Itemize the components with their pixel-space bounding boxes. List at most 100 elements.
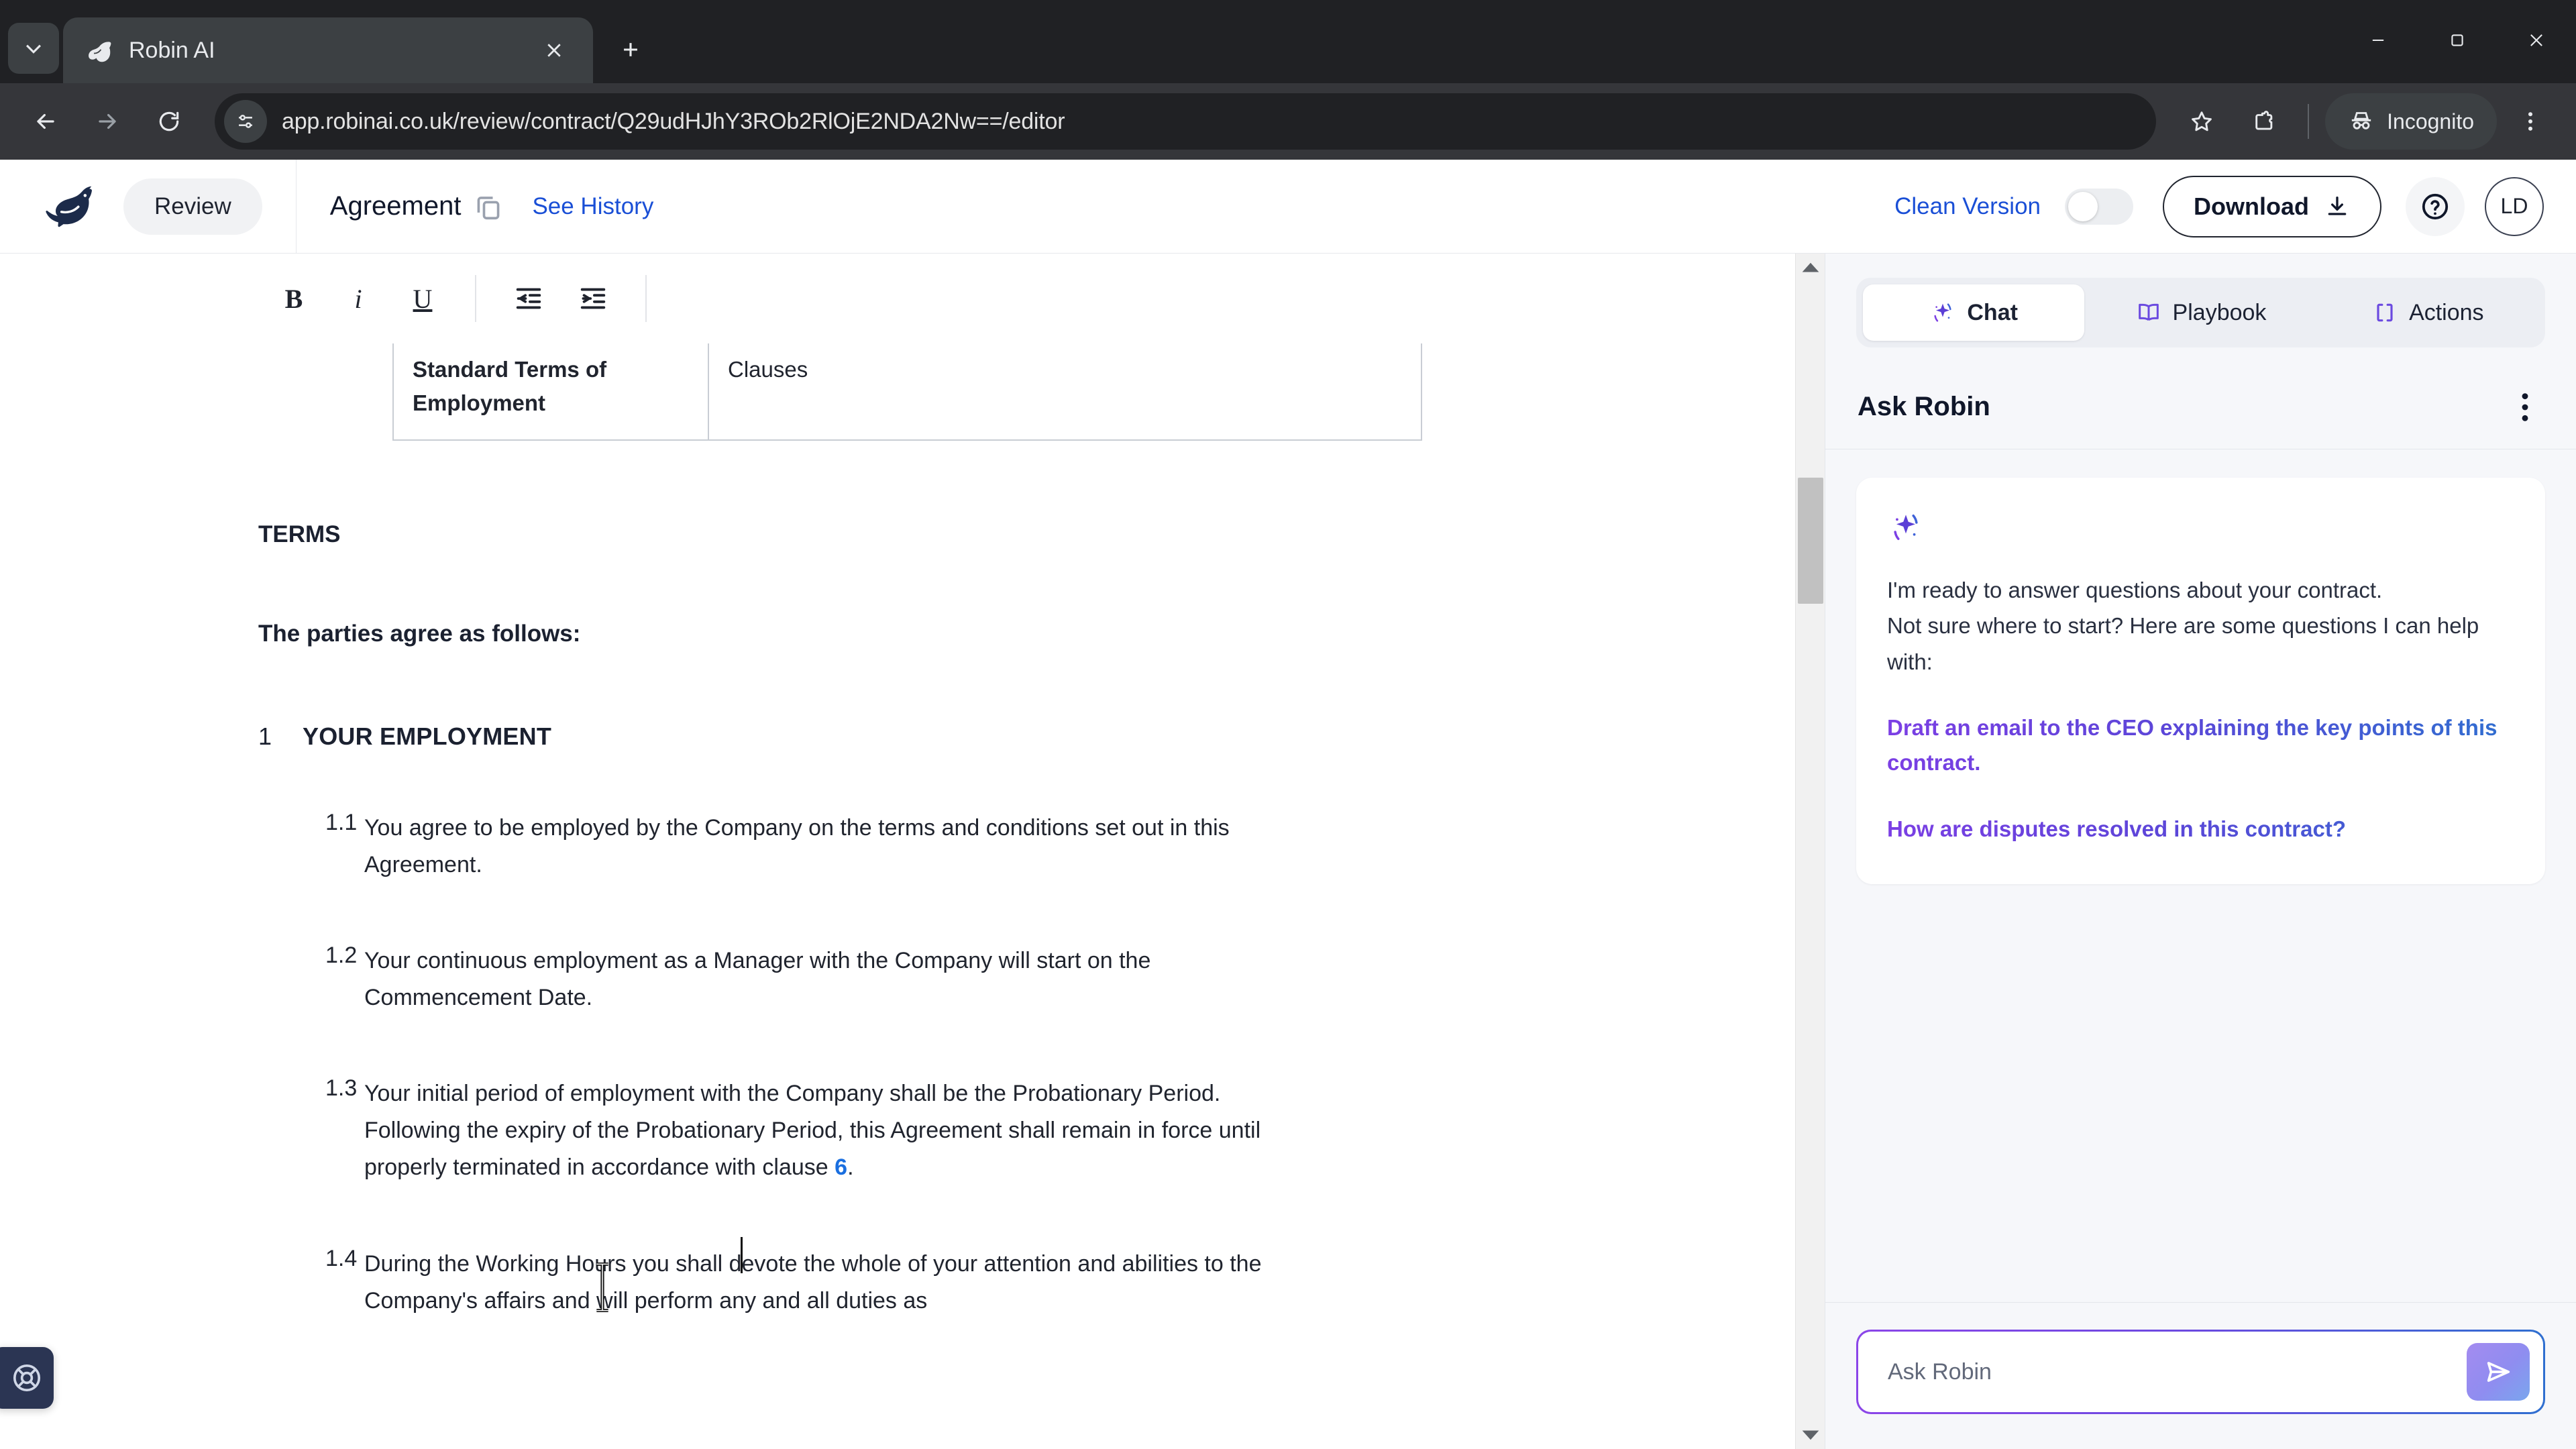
clean-version-label[interactable]: Clean Version (1894, 193, 2041, 220)
caret-up-icon (1802, 262, 1819, 272)
page-settings-icon[interactable] (224, 100, 267, 143)
section-heading[interactable]: 1 YOUR EMPLOYMENT (258, 722, 1419, 751)
terms-heading[interactable]: TERMS (258, 521, 1419, 548)
brackets-icon (2377, 303, 2393, 322)
toolbar-divider (645, 275, 647, 322)
sparkle-icon (1934, 303, 1951, 322)
robin-bird-icon (83, 35, 114, 66)
incognito-hat-icon (2351, 112, 2371, 129)
tab-chat[interactable]: Chat (1863, 284, 2085, 341)
minimize-button[interactable] (2339, 7, 2418, 74)
maximize-button[interactable] (2418, 7, 2497, 74)
puzzle-icon (2255, 111, 2273, 130)
underline-button[interactable]: U (390, 270, 455, 327)
clause-1-1[interactable]: 1.1 You agree to be employed by the Comp… (258, 810, 1419, 883)
table-cell-clauses[interactable]: Clauses (708, 343, 1422, 441)
browser-menu-button[interactable] (2502, 93, 2559, 150)
clause-1-3[interactable]: 1.3 Your initial period of employment wi… (258, 1075, 1419, 1186)
help-button[interactable] (2406, 176, 2465, 236)
download-icon (2328, 196, 2347, 215)
clause-text[interactable]: Your continuous employment as a Manager … (364, 943, 1283, 1016)
lifebuoy-icon (13, 1364, 41, 1392)
reload-icon (159, 111, 179, 131)
clause-text[interactable]: During the Working Hours you shall devot… (364, 1246, 1283, 1320)
forward-button[interactable] (79, 93, 136, 150)
tab-close-button[interactable] (535, 32, 573, 69)
copy-icon[interactable] (473, 191, 504, 222)
clause-text-after: . (847, 1155, 854, 1181)
scroll-down-button[interactable] (1796, 1419, 1825, 1449)
address-bar[interactable]: app.robinai.co.uk/review/contract/Q29udH… (215, 93, 2157, 150)
panel-tabs: Chat Playbook Actions (1856, 278, 2545, 347)
italic-label: i (354, 283, 362, 314)
browser-tab[interactable]: Robin AI (63, 17, 593, 83)
document-scrollbar[interactable] (1795, 254, 1825, 1449)
suggestion-2[interactable]: How are disputes resolved in this contra… (1887, 812, 2514, 847)
text-caret (741, 1237, 743, 1273)
toolbar-divider (475, 275, 476, 322)
tab-actions[interactable]: Actions (2317, 284, 2538, 341)
scroll-up-button[interactable] (1796, 254, 1825, 283)
outdent-button[interactable] (496, 270, 561, 327)
back-button[interactable] (17, 93, 74, 150)
chat-composer: Ask Robin (1856, 1330, 2545, 1414)
suggestion-1[interactable]: Draft an email to the CEO explaining the… (1887, 710, 2514, 780)
bold-button[interactable]: B (262, 270, 326, 327)
new-tab-button[interactable] (605, 24, 656, 75)
panel-title: Ask Robin (1858, 392, 1990, 421)
send-button[interactable] (2467, 1343, 2530, 1401)
question-circle-icon (2422, 193, 2449, 219)
table-cell-standard-terms[interactable]: Standard Terms of Employment (392, 343, 709, 441)
review-button[interactable]: Review (123, 178, 262, 235)
support-widget-button[interactable] (0, 1347, 54, 1409)
chat-input-row[interactable]: Ask Robin (1858, 1332, 2543, 1412)
assistant-panel: Chat Playbook Actions Ask Robin I'm read… (1825, 254, 2576, 1449)
bookmark-button[interactable] (2174, 93, 2230, 150)
clause-1-2[interactable]: 1.2 Your continuous employment as a Mana… (258, 943, 1419, 1016)
scrollbar-thumb[interactable] (1798, 478, 1823, 604)
document-scroll-area[interactable]: Standard Terms of Employment Clauses TER… (0, 343, 1825, 1449)
avatar[interactable]: LD (2485, 176, 2544, 236)
url-text: app.robinai.co.uk/review/contract/Q29udH… (282, 108, 1065, 134)
section-title: YOUR EMPLOYMENT (303, 722, 552, 750)
close-window-button[interactable] (2497, 7, 2576, 74)
robin-ai-app: Review Agreement See History Clean Versi… (0, 159, 2576, 1449)
indent-button[interactable] (561, 270, 625, 327)
tab-playbook-label: Playbook (2172, 299, 2267, 325)
send-icon (2487, 1362, 2510, 1382)
three-dots-vertical-icon (2522, 392, 2528, 421)
tab-chat-label: Chat (1967, 299, 2018, 325)
underline-label: U (413, 283, 433, 314)
maximize-icon (2451, 34, 2463, 46)
parties-line[interactable]: The parties agree as follows: (258, 621, 1419, 647)
download-button[interactable]: Download (2163, 175, 2381, 237)
extensions-button[interactable] (2235, 93, 2292, 150)
download-label: Download (2194, 192, 2309, 220)
reload-button[interactable] (141, 93, 197, 150)
tab-actions-label: Actions (2409, 299, 2484, 325)
italic-button[interactable]: i (326, 270, 390, 327)
tab-playbook[interactable]: Playbook (2090, 284, 2311, 341)
editor-formatting-toolbar: B i U (0, 254, 1825, 343)
clean-version-toggle[interactable] (2065, 188, 2134, 225)
panel-menu-button[interactable] (2506, 388, 2544, 426)
tab-search-button[interactable] (8, 23, 59, 74)
clause-text[interactable]: Your initial period of employment with t… (364, 1075, 1283, 1186)
clause-cross-reference[interactable]: 6 (835, 1155, 847, 1180)
see-history-link[interactable]: See History (532, 193, 653, 220)
incognito-label: Incognito (2387, 109, 2474, 133)
page-title: Agreement (329, 191, 462, 221)
robin-bird-logo[interactable] (40, 183, 102, 230)
review-label: Review (154, 193, 231, 219)
clause-1-4[interactable]: 1.4 During the Working Hours you shall d… (258, 1246, 1419, 1320)
scrollbar-track[interactable] (1796, 283, 1825, 1419)
document-content[interactable]: Standard Terms of Employment Clauses TER… (258, 343, 1422, 1320)
incognito-indicator[interactable]: Incognito (2325, 93, 2497, 150)
avatar-initials: LD (2500, 194, 2528, 218)
chat-input[interactable]: Ask Robin (1888, 1359, 2467, 1385)
panel-body: I'm ready to answer questions about your… (1825, 449, 2576, 1302)
panel-header: Ask Robin (1825, 365, 2576, 449)
bold-label: B (284, 283, 303, 314)
toggle-knob (2068, 191, 2098, 221)
clause-text[interactable]: You agree to be employed by the Company … (364, 810, 1283, 883)
